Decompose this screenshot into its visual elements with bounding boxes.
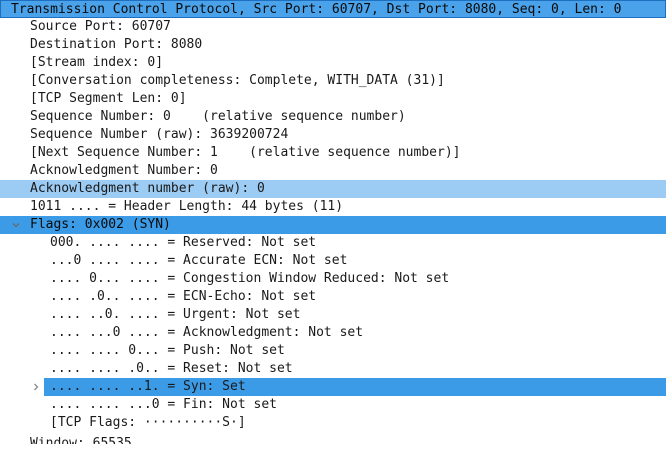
- field-row-segment-len[interactable]: [TCP Segment Len: 0]: [0, 90, 666, 108]
- flag-row-ecn-echo[interactable]: .... .0.. .... = ECN-Echo: Not set: [0, 288, 666, 306]
- flag-label: .... .... .0.. = Reset: Not set: [50, 361, 293, 376]
- chevron-down-icon[interactable]: [10, 216, 22, 234]
- field-row-window[interactable]: Window: 65535: [0, 432, 666, 444]
- field-row-source-port[interactable]: Source Port: 60707: [0, 18, 666, 36]
- field-label: Source Port: 60707: [30, 19, 171, 34]
- field-row-conversation-completeness[interactable]: [Conversation completeness: Complete, WI…: [0, 72, 666, 90]
- flag-row-reset[interactable]: .... .... .0.. = Reset: Not set: [0, 360, 666, 378]
- tcp-header-label: Transmission Control Protocol, Src Port:…: [11, 2, 622, 17]
- chevron-right-icon[interactable]: [30, 378, 42, 396]
- field-label: Acknowledgment number (raw): 0: [30, 181, 265, 196]
- flag-row-urgent[interactable]: .... ..0. .... = Urgent: Not set: [0, 306, 666, 324]
- flag-label: .... .... ..1. = Syn: Set: [50, 379, 246, 394]
- field-label: 1011 .... = Header Length: 44 bytes (11): [30, 199, 344, 214]
- field-row-next-sequence-number[interactable]: [Next Sequence Number: 1 (relative seque…: [0, 144, 666, 162]
- flag-row-fin[interactable]: .... .... ...0 = Fin: Not set: [0, 396, 666, 414]
- flag-label: .... ...0 .... = Acknowledgment: Not set: [50, 325, 364, 340]
- flag-row-reserved[interactable]: 000. .... .... = Reserved: Not set: [0, 234, 666, 252]
- field-row-destination-port[interactable]: Destination Port: 8080: [0, 36, 666, 54]
- field-row-acknowledgment-raw[interactable]: Acknowledgment number (raw): 0: [0, 180, 666, 198]
- field-row-stream-index[interactable]: [Stream index: 0]: [0, 54, 666, 72]
- flag-row-acknowledgment[interactable]: .... ...0 .... = Acknowledgment: Not set: [0, 324, 666, 342]
- flag-row-tcp-flags[interactable]: [TCP Flags: ··········S·]: [0, 414, 666, 432]
- field-label: [Next Sequence Number: 1 (relative seque…: [30, 145, 461, 160]
- field-label: Destination Port: 8080: [30, 37, 203, 52]
- field-label: Sequence Number (raw): 3639200724: [30, 127, 289, 142]
- tcp-header-row[interactable]: Transmission Control Protocol, Src Port:…: [0, 0, 666, 18]
- flag-row-cwr[interactable]: .... 0... .... = Congestion Window Reduc…: [0, 270, 666, 288]
- flags-label: Flags: 0x002 (SYN): [30, 217, 171, 232]
- field-label: [TCP Segment Len: 0]: [30, 91, 187, 106]
- field-row-header-length[interactable]: 1011 .... = Header Length: 44 bytes (11): [0, 198, 666, 216]
- field-row-sequence-number[interactable]: Sequence Number: 0 (relative sequence nu…: [0, 108, 666, 126]
- flag-row-syn[interactable]: .... .... ..1. = Syn: Set: [0, 378, 666, 396]
- field-row-sequence-number-raw[interactable]: Sequence Number (raw): 3639200724: [0, 126, 666, 144]
- field-label: [Stream index: 0]: [30, 55, 164, 70]
- flag-label: .... 0... .... = Congestion Window Reduc…: [50, 271, 450, 286]
- flag-label: .... .0.. .... = ECN-Echo: Not set: [50, 289, 317, 304]
- flag-label: .... .... ...0 = Fin: Not set: [50, 397, 277, 412]
- field-label: Window: 65535: [30, 436, 132, 444]
- flag-label: ...0 .... .... = Accurate ECN: Not set: [50, 253, 348, 268]
- flag-label: .... .... 0... = Push: Not set: [50, 343, 285, 358]
- flag-row-push[interactable]: .... .... 0... = Push: Not set: [0, 342, 666, 360]
- field-row-acknowledgment-number[interactable]: Acknowledgment Number: 0: [0, 162, 666, 180]
- packet-details-tree: Transmission Control Protocol, Src Port:…: [0, 0, 666, 444]
- flags-row[interactable]: Flags: 0x002 (SYN): [0, 216, 666, 234]
- flag-label: 000. .... .... = Reserved: Not set: [50, 235, 317, 250]
- flag-row-accurate-ecn[interactable]: ...0 .... .... = Accurate ECN: Not set: [0, 252, 666, 270]
- flag-label: [TCP Flags: ··········S·]: [50, 415, 246, 430]
- field-label: [Conversation completeness: Complete, WI…: [30, 73, 445, 88]
- flag-label: .... ..0. .... = Urgent: Not set: [50, 307, 301, 322]
- field-label: Sequence Number: 0 (relative sequence nu…: [30, 109, 406, 124]
- field-label: Acknowledgment Number: 0: [30, 163, 218, 178]
